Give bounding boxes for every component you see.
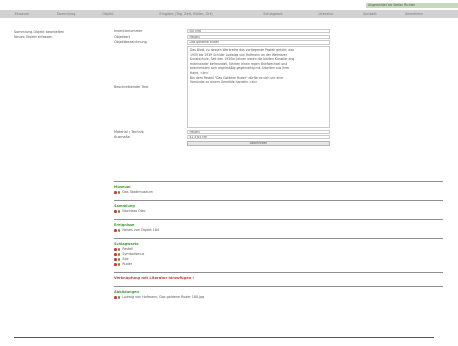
section-sammlung: Sammlung Nachlass Otto xyxy=(114,200,443,214)
add-literature-link[interactable]: Verknüpfung mit Literatur hinzufügen ! xyxy=(114,272,443,281)
footer-divider xyxy=(14,337,434,338)
relations-panel: Museum Das Stadtmuseum Sammlung Nachlass… xyxy=(114,181,443,305)
menu-kontakt[interactable]: Kontakt xyxy=(350,12,390,16)
list-item: Ruder xyxy=(114,262,443,267)
label-ausmasse: Ausmaße xyxy=(114,135,130,140)
edit-icon[interactable] xyxy=(117,210,121,213)
edit-icon[interactable] xyxy=(117,248,121,251)
list-item: Neues von Objekt 184 xyxy=(114,228,443,233)
delete-icon[interactable] xyxy=(114,210,117,213)
input-ausmasse[interactable]: 41 x 65 cm xyxy=(187,135,330,140)
delete-icon[interactable] xyxy=(114,253,117,256)
save-button[interactable]: Abschicken xyxy=(187,140,330,146)
list-item: Ludwig von Hofmann, Das goldene Ruder 18… xyxy=(114,295,443,300)
item-label[interactable]: Das Stadtmuseum xyxy=(122,190,152,195)
delete-icon[interactable] xyxy=(114,258,117,261)
menu-objekt[interactable]: Objekt xyxy=(88,12,128,16)
label-objektart: Objektart xyxy=(114,34,130,39)
delete-icon[interactable] xyxy=(114,263,117,266)
section-schlagworte: Schlagworte Pastell Symbolismus See Rude… xyxy=(114,238,443,267)
label-material: Material / Technik xyxy=(114,129,144,134)
menu-schlagwort[interactable]: Schlagwort xyxy=(244,12,302,16)
delete-icon[interactable] xyxy=(114,229,117,232)
item-label[interactable]: Nachlass Otto xyxy=(122,209,145,214)
form-row-objektart: Objektart Pastell xyxy=(114,34,331,39)
edit-icon[interactable] xyxy=(117,253,121,256)
logged-in-user: Angemeldet als Stefan Richter xyxy=(366,3,458,8)
section-abbildungen: Abbildungen Ludwig von Hofmann, Das gold… xyxy=(114,286,443,300)
input-inventarnummer[interactable]: NU 098 xyxy=(187,29,330,34)
delete-icon[interactable] xyxy=(114,296,117,299)
edit-icon[interactable] xyxy=(117,296,121,299)
section-ereignisse: Ereignisse Neues von Objekt 184 xyxy=(114,219,443,233)
form-row-beschreibung: Beschreibender Text Das Blatt, zu dessen… xyxy=(114,46,331,129)
item-label[interactable]: Ludwig von Hofmann, Das goldene Ruder 18… xyxy=(122,295,204,300)
input-material[interactable]: Pastell xyxy=(187,129,330,134)
edit-icon[interactable] xyxy=(117,258,121,261)
input-objektart[interactable]: Pastell xyxy=(187,34,330,39)
form-row-inventarnummer: Inventarnummer NU 098 xyxy=(114,29,331,34)
menu-sammlung[interactable]: Sammlung xyxy=(44,12,88,16)
section-museum: Museum Das Stadtmuseum xyxy=(114,181,443,195)
item-label[interactable]: Ruder xyxy=(122,262,132,267)
label-objektbezeichnung: Objektbezeichnung xyxy=(114,40,147,45)
delete-icon[interactable] xyxy=(114,248,117,251)
delete-icon[interactable] xyxy=(114,191,117,194)
text-line: Vorstudie zu einem Gemälde handeln.<br> xyxy=(190,80,258,85)
edit-icon[interactable] xyxy=(117,191,121,194)
item-label[interactable]: Neues von Objekt 184 xyxy=(122,228,159,233)
menu-museum[interactable]: Museum xyxy=(0,12,44,16)
menu-eingabe[interactable]: Eingabe (Tag, Zeit, Bilder, Ort) xyxy=(128,12,244,16)
form-row-material: Material / Technik Pastell xyxy=(114,129,331,134)
left-nav: Sammlung-Objekt bearbeiten Neues Objekt … xyxy=(14,30,98,40)
label-beschreibung: Beschreibender Text xyxy=(114,85,149,90)
label-inventarnummer: Inventarnummer xyxy=(114,29,143,34)
list-item: Das Stadtmuseum xyxy=(114,190,443,195)
textarea-beschreibung[interactable]: Das Blatt, zu dessen Werkreihe das vorli… xyxy=(187,46,330,129)
form-row-objektbezeichnung: Objektbezeichnung Das goldene Ruder xyxy=(114,40,331,45)
object-form: Inventarnummer NU 098 Objektart Pastell … xyxy=(114,29,331,146)
top-menu: Museum Sammlung Objekt Eingabe (Tag, Zei… xyxy=(0,10,458,18)
input-objektbezeichnung[interactable]: Das goldene Ruder xyxy=(187,40,330,45)
menu-literatur[interactable]: Literatur xyxy=(302,12,350,16)
edit-icon[interactable] xyxy=(117,263,121,266)
edit-icon[interactable] xyxy=(117,229,121,232)
list-item: Nachlass Otto xyxy=(114,209,443,214)
menu-abmelden[interactable]: Abmelden xyxy=(390,12,438,16)
nav-new-object[interactable]: Neues Objekt erfassen xyxy=(14,35,98,40)
form-row-ausmasse: Ausmaße 41 x 65 cm xyxy=(114,135,331,140)
